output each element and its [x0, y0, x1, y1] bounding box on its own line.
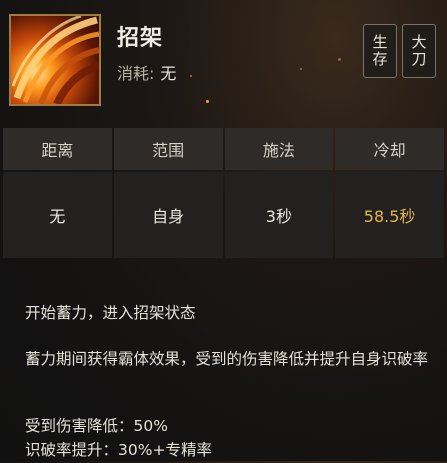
- stat-cast: 施法 3秒: [224, 128, 334, 260]
- stat-area: 范围 自身: [113, 128, 223, 260]
- stat-value-cast: 3秒: [224, 172, 334, 258]
- tag-survival: 生存: [363, 24, 397, 78]
- cost-value: 无: [160, 64, 177, 83]
- tag-great-blade: 大刀: [402, 24, 436, 78]
- stat-header-cooldown: 冷却: [335, 128, 444, 170]
- stat-cooldown: 冷却 58.5秒: [335, 128, 444, 260]
- ember-spark: [206, 100, 209, 103]
- detection-rate-line: 识破率提升：30%+专精率: [25, 441, 212, 459]
- parry-blade-icon: [9, 14, 101, 106]
- ember-spark: [338, 58, 341, 61]
- ember-spark: [190, 75, 192, 77]
- stat-header-cast: 施法: [224, 128, 334, 170]
- skill-name: 招架: [117, 26, 164, 51]
- stat-value-cooldown: 58.5秒: [335, 172, 444, 258]
- skill-cost: 消耗: 无: [117, 60, 176, 84]
- stat-header-area: 范围: [113, 128, 223, 170]
- ember-spark: [300, 68, 302, 70]
- stat-value-range: 无: [3, 172, 112, 258]
- stat-value-area: 自身: [113, 172, 223, 258]
- cost-label: 消耗:: [117, 64, 155, 83]
- skill-header: 招架 消耗: 无 生存 大刀: [0, 0, 447, 120]
- stat-range: 距离 无: [3, 128, 112, 260]
- stat-header-range: 距离: [3, 128, 112, 170]
- description-paragraph: 蓄力期间获得霸体效果，受到的伤害降低并提升自身识破率: [25, 350, 429, 368]
- damage-reduction-line: 受到伤害降低：50%: [25, 417, 168, 435]
- description-line: 开始蓄力，进入招架状态: [25, 304, 196, 322]
- skill-stats-table: 距离 无 范围 自身 施法 3秒 冷却 58.5秒: [3, 128, 444, 260]
